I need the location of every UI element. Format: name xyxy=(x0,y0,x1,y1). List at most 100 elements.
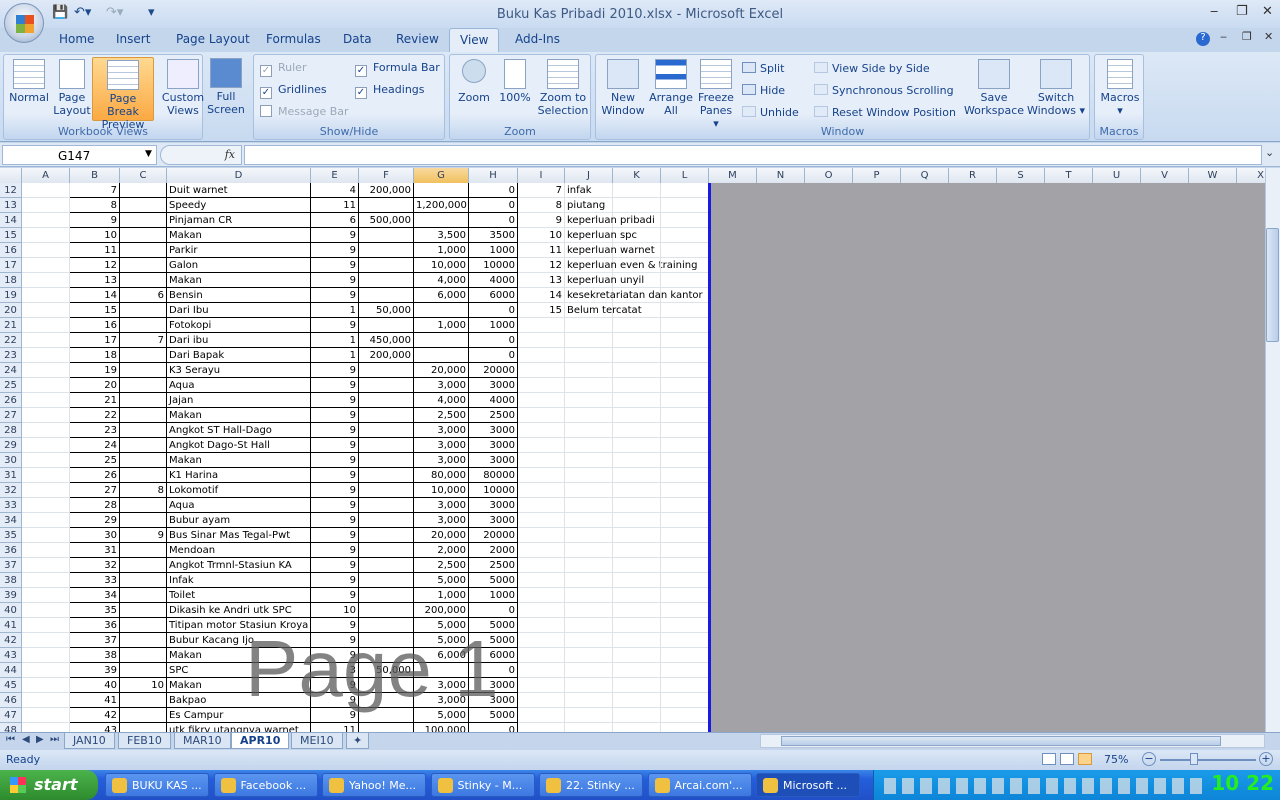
cell-j16[interactable]: keperluan warnet xyxy=(565,243,655,258)
cell-g30[interactable]: 3,000 xyxy=(414,453,469,468)
sheet-tab-apr10[interactable]: APR10 xyxy=(231,733,290,749)
cell-e16[interactable]: 9 xyxy=(311,243,359,258)
cell-b16[interactable]: 11 xyxy=(70,243,120,258)
cell-e15[interactable]: 9 xyxy=(311,228,359,243)
cell-e42[interactable]: 9 xyxy=(311,633,359,648)
cell-b17[interactable]: 12 xyxy=(70,258,120,273)
cell-d22[interactable]: Dari ibu xyxy=(167,333,311,348)
cell-b30[interactable]: 25 xyxy=(70,453,120,468)
cell-f18[interactable] xyxy=(359,273,414,288)
cell-d41[interactable]: Titipan motor Stasiun Kroya xyxy=(167,618,311,633)
cell-g47[interactable]: 5,000 xyxy=(414,708,469,723)
cell-e38[interactable]: 9 xyxy=(311,573,359,588)
cell-i43[interactable] xyxy=(518,648,565,663)
column-header-n[interactable]: N xyxy=(757,168,805,183)
cell-g18[interactable]: 4,000 xyxy=(414,273,469,288)
row-header-13[interactable]: 13 xyxy=(0,198,22,213)
tab-insert[interactable]: Insert xyxy=(116,32,150,46)
cell-f47[interactable] xyxy=(359,708,414,723)
cell-b29[interactable]: 24 xyxy=(70,438,120,453)
cell-h44[interactable]: 0 xyxy=(469,663,518,678)
restore-button[interactable]: ❐ xyxy=(1236,4,1248,19)
row-header-32[interactable]: 32 xyxy=(0,483,22,498)
cell-d26[interactable]: Jajan xyxy=(167,393,311,408)
cell-j23[interactable] xyxy=(565,348,613,363)
cell-j12[interactable]: infak xyxy=(565,183,613,198)
normal-view-button[interactable]: Normal xyxy=(7,59,51,104)
cell-l16[interactable] xyxy=(661,243,709,258)
cell-k37[interactable] xyxy=(613,558,661,573)
column-header-o[interactable]: O xyxy=(805,168,853,183)
cell-b40[interactable]: 35 xyxy=(70,603,120,618)
normal-view-icon[interactable] xyxy=(1042,753,1056,765)
cell-e27[interactable]: 9 xyxy=(311,408,359,423)
cell-l21[interactable] xyxy=(661,318,709,333)
cell-k21[interactable] xyxy=(613,318,661,333)
cell-i17[interactable]: 12 xyxy=(518,258,565,273)
row-header-16[interactable]: 16 xyxy=(0,243,22,258)
cell-d37[interactable]: Angkot Trmnl-Stasiun KA xyxy=(167,558,311,573)
cell-j42[interactable] xyxy=(565,633,613,648)
cell-g21[interactable]: 1,000 xyxy=(414,318,469,333)
cell-c21[interactable] xyxy=(120,318,167,333)
cell-i36[interactable] xyxy=(518,543,565,558)
cell-e36[interactable]: 9 xyxy=(311,543,359,558)
cell-l15[interactable] xyxy=(661,228,709,243)
column-header-k[interactable]: K xyxy=(613,168,661,183)
freeze-panes-button[interactable]: Freeze Panes ▾ xyxy=(696,59,736,130)
tab-view[interactable]: View xyxy=(449,28,500,53)
cell-a40[interactable] xyxy=(22,603,70,618)
row-header-19[interactable]: 19 xyxy=(0,288,22,303)
column-header-g[interactable]: G xyxy=(414,168,469,183)
row-header-18[interactable]: 18 xyxy=(0,273,22,288)
taskbar-item[interactable]: Facebook ... xyxy=(213,773,318,797)
cell-h20[interactable]: 0 xyxy=(469,303,518,318)
switch-windows-button[interactable]: Switch Windows ▾ xyxy=(1024,59,1088,117)
cell-g36[interactable]: 2,000 xyxy=(414,543,469,558)
cell-a42[interactable] xyxy=(22,633,70,648)
cell-a16[interactable] xyxy=(22,243,70,258)
cell-g32[interactable]: 10,000 xyxy=(414,483,469,498)
page-break-preview-button[interactable]: Page Break Preview xyxy=(92,57,154,131)
cell-e32[interactable]: 9 xyxy=(311,483,359,498)
cell-d18[interactable]: Makan xyxy=(167,273,311,288)
unhide-button[interactable]: Unhide xyxy=(742,106,799,119)
column-header-s[interactable]: S xyxy=(997,168,1045,183)
zoom-to-selection-button[interactable]: Zoom to Selection xyxy=(536,59,590,117)
column-header-q[interactable]: Q xyxy=(901,168,949,183)
cell-e24[interactable]: 9 xyxy=(311,363,359,378)
cell-k47[interactable] xyxy=(613,708,661,723)
cell-e39[interactable]: 9 xyxy=(311,588,359,603)
cell-k40[interactable] xyxy=(613,603,661,618)
cell-d43[interactable]: Makan xyxy=(167,648,311,663)
cell-b12[interactable]: 7 xyxy=(70,183,120,198)
cell-e31[interactable]: 9 xyxy=(311,468,359,483)
cell-g48[interactable]: 100,000 xyxy=(414,723,469,732)
cell-i31[interactable] xyxy=(518,468,565,483)
cell-k28[interactable] xyxy=(613,423,661,438)
cell-h36[interactable]: 2000 xyxy=(469,543,518,558)
cell-k27[interactable] xyxy=(613,408,661,423)
cell-f45[interactable] xyxy=(359,678,414,693)
insert-sheet-icon[interactable]: ✦ xyxy=(346,733,370,749)
cell-e35[interactable]: 9 xyxy=(311,528,359,543)
cell-a27[interactable] xyxy=(22,408,70,423)
cell-c48[interactable] xyxy=(120,723,167,732)
zoom-out-button[interactable]: − xyxy=(1142,752,1156,766)
cell-g41[interactable]: 5,000 xyxy=(414,618,469,633)
cell-l43[interactable] xyxy=(661,648,709,663)
row-header-43[interactable]: 43 xyxy=(0,648,22,663)
cell-g22[interactable] xyxy=(414,333,469,348)
office-button[interactable] xyxy=(4,3,44,43)
column-header-r[interactable]: R xyxy=(949,168,997,183)
zoom-slider-thumb[interactable] xyxy=(1190,753,1198,765)
hide-button[interactable]: Hide xyxy=(742,84,785,97)
cell-b42[interactable]: 37 xyxy=(70,633,120,648)
cell-f29[interactable] xyxy=(359,438,414,453)
cell-c35[interactable]: 9 xyxy=(120,528,167,543)
cell-h17[interactable]: 10000 xyxy=(469,258,518,273)
cell-d45[interactable]: Makan xyxy=(167,678,311,693)
row-header-36[interactable]: 36 xyxy=(0,543,22,558)
cell-k45[interactable] xyxy=(613,678,661,693)
cell-a47[interactable] xyxy=(22,708,70,723)
